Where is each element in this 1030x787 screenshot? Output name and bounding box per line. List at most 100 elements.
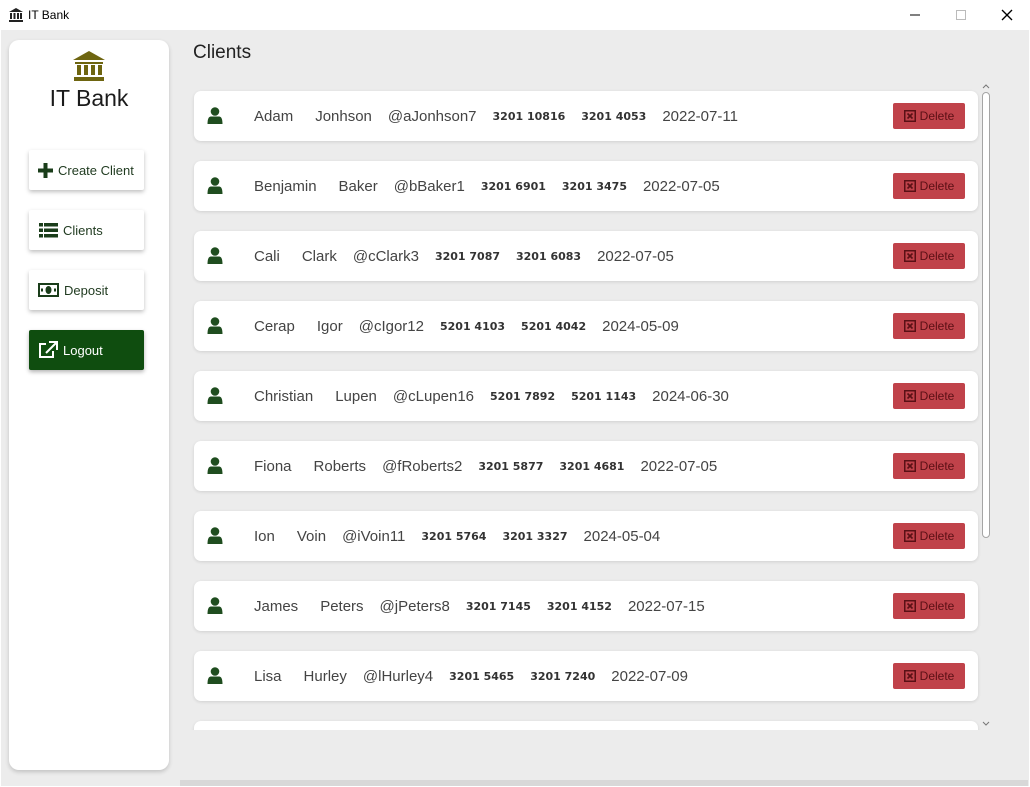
client-card: Christian Lupen @cLupen16 5201 7892 5201 114… [194, 371, 978, 421]
client-card: James Peters @jPeters8 3201 7145 3201 4152 20… [194, 581, 978, 631]
client-last-name: Roberts [313, 457, 367, 475]
client-username: @aJonhson7 [387, 107, 477, 125]
scroll-up-icon[interactable] [982, 82, 990, 90]
delete-label: Delete [919, 319, 955, 333]
client-card-number: 3201 3327 [502, 529, 568, 543]
minimize-button[interactable] [892, 0, 938, 30]
delete-icon [903, 670, 916, 682]
client-card-number: 3201 4152 [546, 599, 612, 613]
client-date: 2022-07-09 [611, 667, 688, 685]
client-last-name: Lupen [335, 387, 377, 405]
delete-label: Delete [919, 669, 955, 683]
user-icon [207, 317, 223, 334]
delete-icon [903, 320, 916, 332]
plus-icon [38, 162, 53, 178]
client-username: @jPeters8 [379, 597, 450, 615]
client-fields: Benjamin Baker @bBaker1 3201 6901 3201 3475 2… [254, 161, 720, 211]
client-fields: Adam Jonhson @aJonhson7 3201 10816 3201 4053… [254, 91, 738, 141]
client-card-number: 3201 3475 [561, 179, 627, 193]
client-first-name: James [254, 597, 299, 615]
client-first-name: Ion [254, 527, 275, 545]
client-last-name: Baker [338, 177, 378, 195]
maximize-button[interactable] [938, 0, 984, 30]
create-client-button[interactable]: Create Client [29, 150, 144, 190]
scroll-down-icon[interactable] [982, 720, 990, 728]
client-last-name: Voin [296, 527, 327, 545]
scroll-thumb[interactable] [982, 92, 990, 538]
sidebar: IT Bank Create Client Clients Deposit Lo… [9, 40, 169, 770]
delete-icon [903, 460, 916, 472]
delete-button[interactable]: Delete [893, 243, 965, 269]
window-title: IT Bank [28, 8, 70, 22]
delete-button[interactable]: Delete [893, 523, 965, 549]
client-card-number: 3201 6083 [516, 249, 582, 263]
create-client-label: Create Client [58, 162, 134, 178]
client-last-name: Clark [301, 247, 337, 265]
client-card: Ion Voin @iVoin11 3201 5764 3201 3327 2024-05… [194, 511, 978, 561]
client-date: 2022-07-11 [662, 107, 738, 125]
user-icon [207, 667, 223, 684]
client-card-number: 3201 7240 [530, 669, 596, 683]
delete-label: Delete [919, 599, 955, 613]
client-first-name: Cerap [254, 317, 295, 335]
delete-label: Delete [919, 529, 955, 543]
client-first-name: Cali [254, 247, 280, 265]
client-date: 2022-07-15 [627, 597, 705, 615]
bottom-strip [180, 780, 1028, 786]
client-fields: Cali Clark @cClark3 3201 7087 3201 6083 2022-… [254, 231, 674, 281]
logout-label: Logout [63, 342, 103, 358]
delete-icon [903, 530, 916, 542]
delete-button[interactable]: Delete [893, 593, 965, 619]
client-fields: Ion Voin @iVoin11 3201 5764 3201 3327 2024-05… [254, 511, 660, 561]
client-date: 2022-07-05 [597, 247, 674, 265]
client-date: 2024-06-30 [652, 387, 729, 405]
client-username: @bBaker1 [393, 177, 465, 195]
client-last-name: Hurley [303, 667, 347, 685]
user-icon [207, 177, 223, 194]
client-fields: Fiona Roberts @fRoberts2 3201 5877 3201 4681… [254, 441, 717, 491]
list-scrollbar[interactable] [980, 82, 992, 730]
client-fields: James Peters @jPeters8 3201 7145 3201 4152 20… [254, 581, 705, 631]
delete-icon [903, 250, 916, 262]
delete-button[interactable]: Delete [893, 173, 965, 199]
clients-button[interactable]: Clients [29, 210, 144, 250]
delete-button[interactable]: Delete [893, 103, 965, 129]
minimize-icon [910, 14, 920, 16]
window-titlebar: IT Bank [0, 0, 1030, 30]
delete-icon [903, 110, 916, 122]
delete-icon [903, 180, 916, 192]
client-account-number: 3201 7145 [465, 599, 531, 613]
close-button[interactable] [984, 0, 1030, 30]
money-icon [38, 283, 59, 297]
delete-label: Delete [919, 459, 955, 473]
deposit-button[interactable]: Deposit [29, 270, 144, 310]
client-card: Lisa Hurley @lHurley4 3201 5465 3201 7240 202… [194, 651, 978, 701]
external-link-icon [39, 341, 58, 358]
client-card: Benjamin Baker @bBaker1 3201 6901 3201 3475 2… [194, 161, 978, 211]
client-account-number: 3201 6901 [480, 179, 546, 193]
delete-icon [903, 390, 916, 402]
user-icon [207, 247, 223, 264]
client-card: Cerap Igor @cIgor12 5201 4103 5201 4042 2024-… [194, 301, 978, 351]
client-card-partial [194, 721, 978, 730]
client-account-number: 3201 5465 [449, 669, 515, 683]
client-date: 2024-05-04 [583, 527, 661, 545]
client-date: 2022-07-05 [640, 457, 718, 475]
client-last-name: Igor [316, 317, 343, 335]
client-date: 2022-07-05 [642, 177, 720, 195]
client-first-name: Adam [254, 107, 294, 125]
delete-button[interactable]: Delete [893, 383, 965, 409]
maximize-icon [956, 10, 966, 20]
delete-button[interactable]: Delete [893, 663, 965, 689]
client-card: Fiona Roberts @fRoberts2 3201 5877 3201 4681… [194, 441, 978, 491]
logout-button[interactable]: Logout [29, 330, 144, 370]
client-last-name: Peters [320, 597, 364, 615]
clients-list[interactable]: Adam Jonhson @aJonhson7 3201 10816 3201 4053… [190, 85, 982, 730]
client-first-name: Benjamin [254, 177, 317, 195]
client-username: @cIgor12 [358, 317, 424, 335]
client-fields: Lisa Hurley @lHurley4 3201 5465 3201 7240 202… [254, 651, 688, 701]
delete-label: Delete [919, 179, 955, 193]
client-account-number: 3201 7087 [434, 249, 500, 263]
delete-button[interactable]: Delete [893, 313, 965, 339]
delete-button[interactable]: Delete [893, 453, 965, 479]
